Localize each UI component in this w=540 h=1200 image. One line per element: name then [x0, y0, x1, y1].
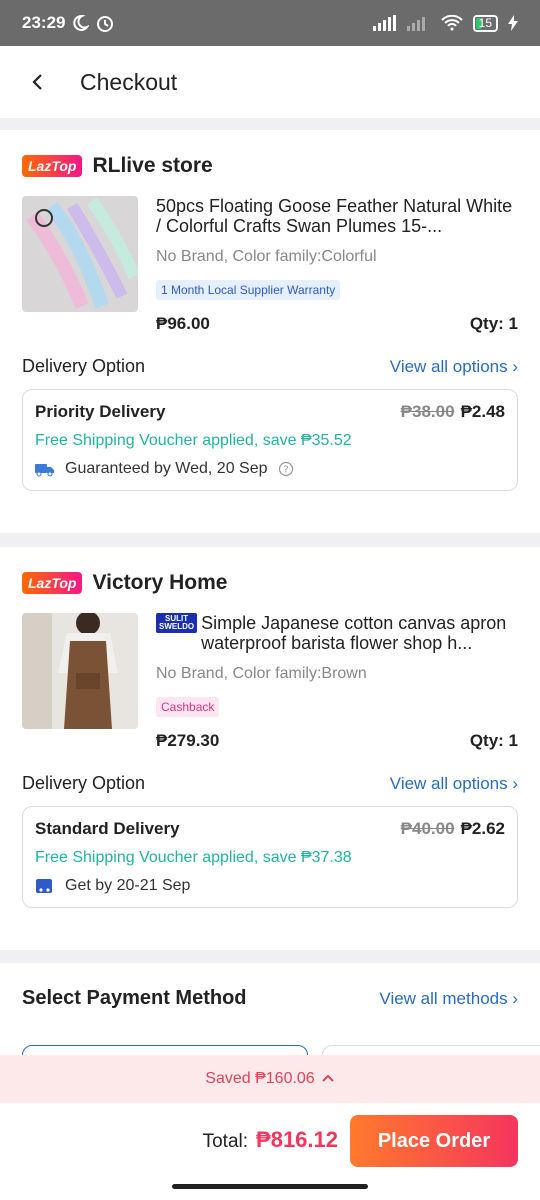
- delivery-truck-icon: [36, 879, 52, 893]
- product-variant: No Brand, Color family:Brown: [156, 665, 367, 682]
- laztop-badge: LazTop: [22, 572, 83, 594]
- product-qty: Qty: 1: [469, 731, 518, 750]
- product-title[interactable]: SULIT SWELDO Simple Japanese cotton canva…: [156, 613, 518, 653]
- view-all-options-link[interactable]: View all options ›: [390, 774, 518, 794]
- charging-icon: [508, 15, 518, 31]
- store-header: LazTop RLlive store: [0, 146, 540, 186]
- saved-banner[interactable]: Saved ₱160.06: [0, 1055, 540, 1103]
- saved-text: Saved ₱160.06: [205, 1070, 315, 1087]
- back-arrow-icon[interactable]: [28, 72, 48, 92]
- product-price: ₱96.00: [156, 314, 210, 333]
- page-title: Checkout: [80, 68, 178, 95]
- status-left-icons: [71, 13, 115, 33]
- delivery-option-box[interactable]: Priority Delivery ₱38.00 ₱2.48 Free Shipp…: [22, 389, 518, 491]
- store-name[interactable]: Victory Home: [92, 571, 227, 595]
- voucher-text: Free Shipping Voucher applied, save ₱37.…: [35, 849, 352, 866]
- delivery-eta: Guaranteed by Wed, 20 Sep: [65, 460, 268, 477]
- status-bar: 23:29 15: [0, 0, 540, 46]
- delivery-type: Standard Delivery: [35, 819, 180, 838]
- help-icon[interactable]: ?: [278, 461, 294, 477]
- total-label: Total:: [202, 1131, 249, 1152]
- svg-text:?: ?: [283, 465, 288, 476]
- delivery-type: Priority Delivery: [35, 402, 166, 421]
- moon-icon: [73, 14, 90, 31]
- view-all-methods-link[interactable]: View all methods ›: [379, 989, 518, 1009]
- page-header: Checkout: [0, 46, 540, 118]
- store-header: LazTop Victory Home: [0, 563, 540, 603]
- sulit-sweldo-badge: SULIT SWELDO: [156, 613, 198, 633]
- old-shipping-fee: ₱40.00: [400, 819, 455, 838]
- product-price: ₱279.30: [156, 731, 220, 750]
- voucher-text: Free Shipping Voucher applied, save ₱35.…: [35, 432, 352, 449]
- store-name[interactable]: RLlive store: [92, 154, 212, 178]
- product-qty: Qty: 1: [469, 314, 518, 333]
- product-image-feathers[interactable]: [22, 196, 138, 312]
- signal-icon: [372, 15, 396, 31]
- laztop-badge: LazTop: [22, 155, 83, 177]
- payment-title: Select Payment Method: [22, 987, 247, 1009]
- delivery-option-label: Delivery Option: [22, 773, 146, 793]
- old-shipping-fee: ₱38.00: [400, 402, 455, 421]
- battery-indicator: 15: [472, 14, 498, 32]
- chevron-up-icon: [321, 1074, 334, 1082]
- home-indicator[interactable]: [172, 1184, 368, 1189]
- signal-secondary-icon: [406, 17, 425, 31]
- delivery-eta: Get by 20-21 Sep: [65, 877, 191, 894]
- delivery-option-box[interactable]: Standard Delivery ₱40.00 ₱2.62 Free Shipp…: [22, 806, 518, 908]
- total-amount: ₱816.12: [256, 1127, 338, 1152]
- status-time: 23:29: [22, 13, 66, 32]
- place-order-button[interactable]: Place Order: [350, 1115, 518, 1167]
- product-item[interactable]: 50pcs Floating Goose Feather Natural Whi…: [0, 196, 540, 334]
- product-variant: No Brand, Color family:Colorful: [156, 248, 377, 265]
- alarm-icon: [97, 16, 114, 32]
- cashback-tag: Cashback: [156, 697, 220, 717]
- wifi-icon: [440, 15, 463, 31]
- delivery-truck-icon: [35, 464, 54, 477]
- warranty-tag: 1 Month Local Supplier Warranty: [156, 280, 341, 300]
- view-all-options-link[interactable]: View all options ›: [390, 357, 518, 377]
- shipping-fee: ₱2.62: [460, 819, 505, 838]
- shipping-fee: ₱2.48: [460, 402, 505, 421]
- delivery-option-label: Delivery Option: [22, 356, 146, 376]
- store-card-1: LazTop RLlive store 50pcs Floating Goose…: [0, 130, 540, 533]
- product-image-apron[interactable]: [22, 613, 138, 729]
- product-item[interactable]: SULIT SWELDO Simple Japanese cotton canva…: [0, 613, 540, 751]
- product-title[interactable]: 50pcs Floating Goose Feather Natural Whi…: [156, 196, 518, 236]
- store-card-2: LazTop Victory Home SULIT SWELDO Simple J…: [0, 547, 540, 950]
